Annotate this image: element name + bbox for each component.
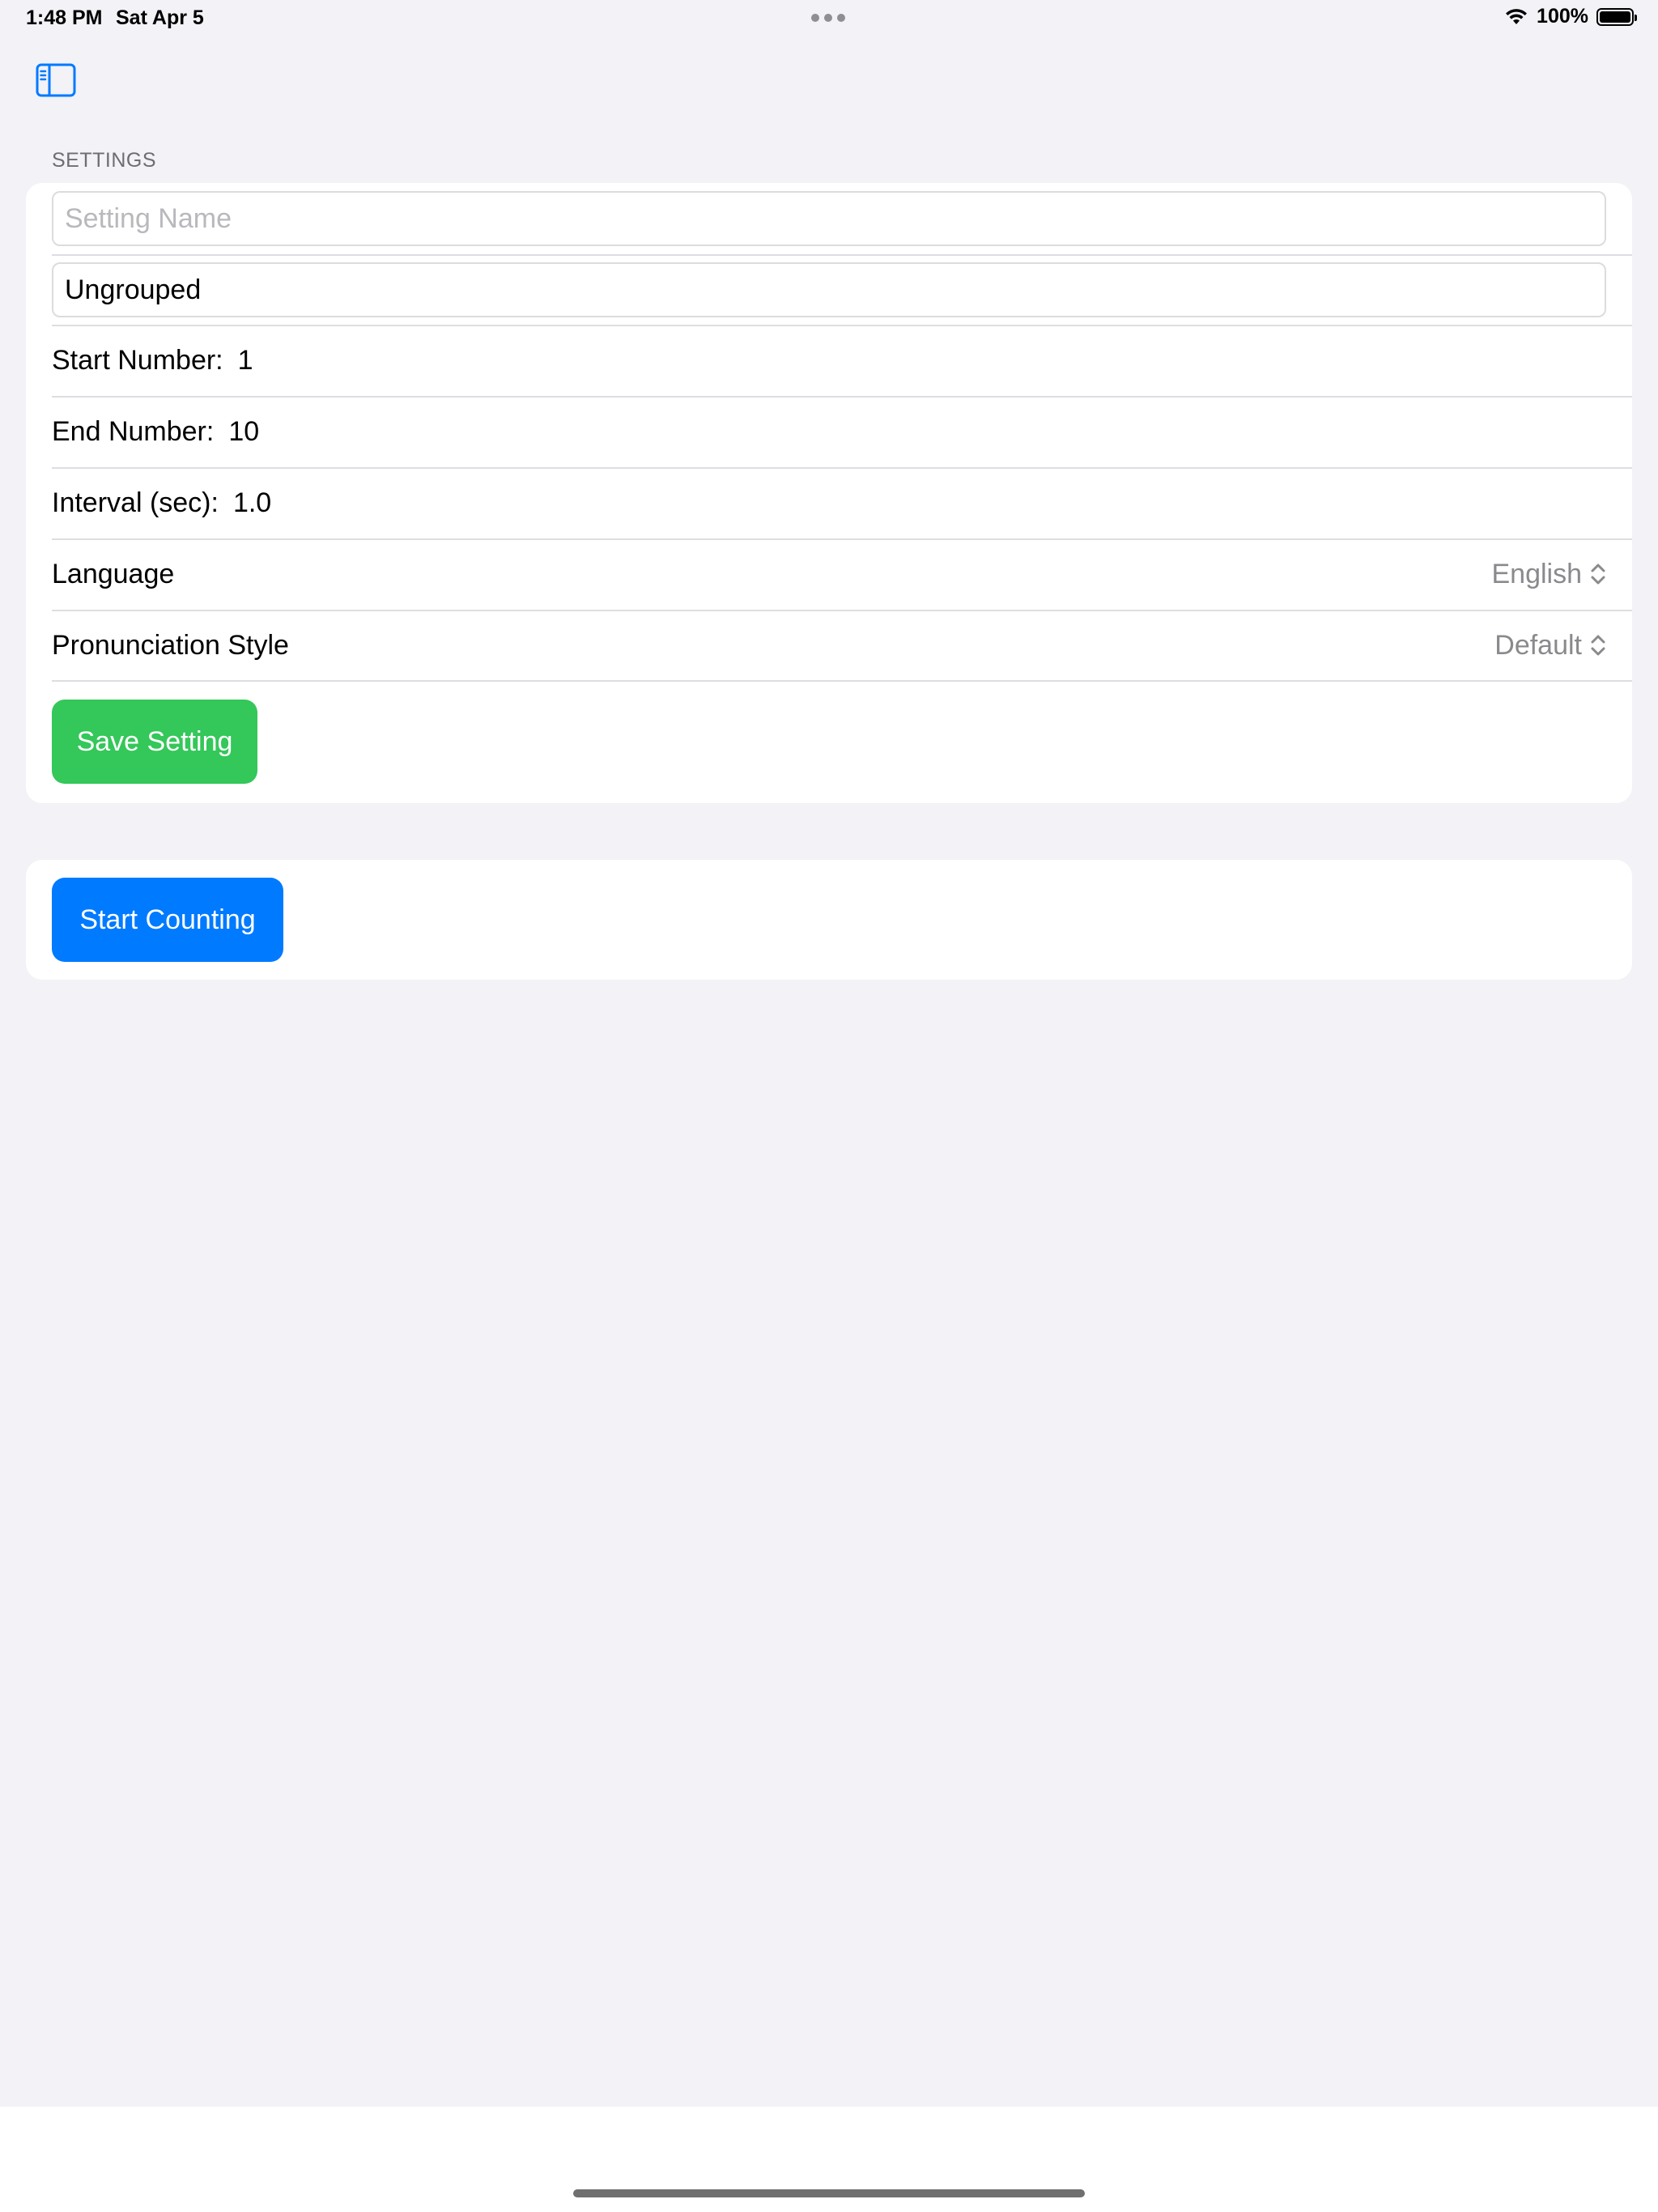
pronunciation-selected-value: Default <box>1494 629 1582 661</box>
home-indicator[interactable] <box>573 2189 1085 2197</box>
interval-value[interactable]: 1.0 <box>233 487 271 519</box>
language-selected-value: English <box>1491 558 1582 589</box>
status-right: 100% <box>1504 5 1637 28</box>
status-time: 1:48 PM <box>26 6 103 29</box>
settings-card: Start Number: 1 End Number: 10 Interval … <box>26 183 1632 803</box>
status-bar: 1:48 PM Sat Apr 5 100% <box>0 0 1658 39</box>
sidebar-toggle-button[interactable] <box>36 63 76 97</box>
group-input[interactable] <box>53 264 1605 316</box>
status-date: Sat Apr 5 <box>116 6 204 29</box>
chevron-up-down-icon <box>1591 564 1605 585</box>
divider <box>52 254 1632 256</box>
pronunciation-label: Pronunciation Style <box>52 629 289 661</box>
section-header-settings: SETTINGS <box>52 149 157 172</box>
sidebar-left-icon <box>36 63 76 97</box>
start-number-row[interactable]: Start Number: 1 <box>52 325 1606 395</box>
end-number-label: End Number: <box>52 415 215 447</box>
language-label: Language <box>52 558 175 589</box>
battery-icon <box>1596 7 1637 26</box>
pronunciation-row[interactable]: Pronunciation Style Default <box>52 610 1606 680</box>
start-card: Start Counting <box>26 860 1632 980</box>
start-number-value[interactable]: 1 <box>238 345 253 376</box>
language-row[interactable]: Language English <box>52 539 1606 609</box>
battery-percent: 100% <box>1537 5 1588 28</box>
pronunciation-picker[interactable]: Default <box>1494 630 1606 661</box>
end-number-value[interactable]: 10 <box>228 416 259 448</box>
setting-name-field[interactable] <box>52 191 1606 246</box>
end-number-row[interactable]: End Number: 10 <box>52 397 1606 466</box>
wifi-icon <box>1506 8 1528 24</box>
language-picker[interactable]: English <box>1491 559 1606 590</box>
setting-name-input[interactable] <box>53 193 1605 245</box>
chevron-up-down-icon <box>1591 635 1605 656</box>
save-setting-button[interactable]: Save Setting <box>52 700 257 784</box>
interval-row[interactable]: Interval (sec): 1.0 <box>52 468 1606 538</box>
group-field[interactable] <box>52 262 1606 317</box>
interval-label: Interval (sec): <box>52 487 219 518</box>
divider <box>52 680 1632 682</box>
start-counting-button[interactable]: Start Counting <box>52 878 283 962</box>
multitasking-dots-icon[interactable] <box>811 14 845 22</box>
start-number-label: Start Number: <box>52 344 223 376</box>
